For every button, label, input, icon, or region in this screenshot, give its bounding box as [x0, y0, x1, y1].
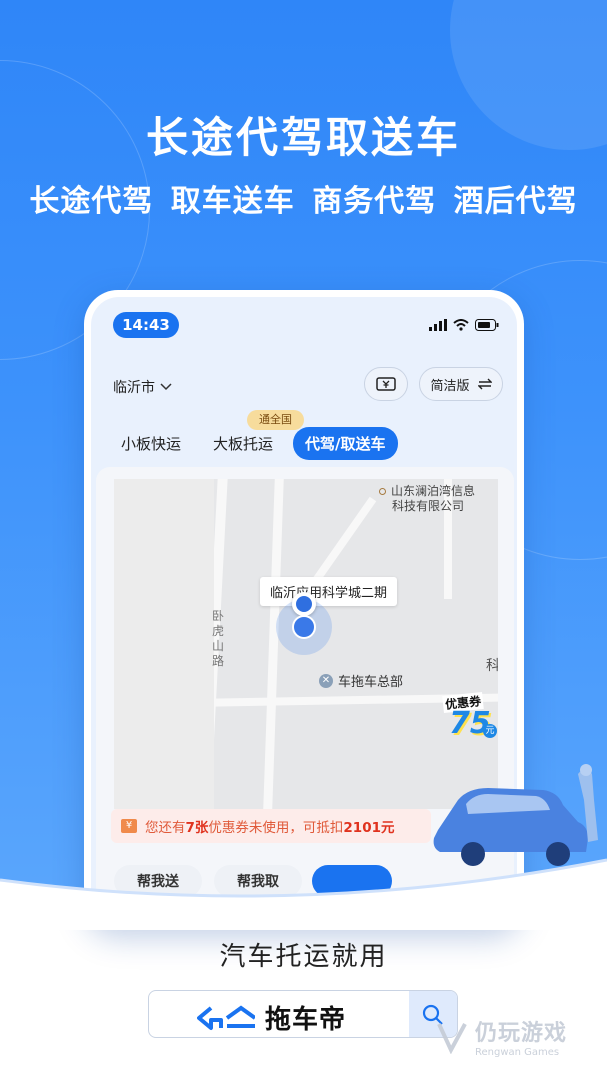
- nearby-poi: ✕ 车拖车总部: [319, 671, 403, 690]
- city-selector[interactable]: 临沂市: [113, 377, 172, 397]
- simple-mode-button[interactable]: 简洁版: [419, 367, 503, 401]
- poi-company: 山东澜泊湾信息: [379, 484, 475, 499]
- car-illustration: [433, 764, 598, 866]
- city-label: 临沂市: [113, 380, 155, 396]
- map-block: [114, 479, 214, 809]
- poi-company-line2: 科技有限公司: [392, 499, 465, 513]
- watermark-title: 仍玩游戏: [475, 1021, 568, 1046]
- tab-chauffeur[interactable]: 代驾/取送车: [293, 427, 398, 460]
- watermark-logo-icon: [437, 1022, 467, 1054]
- swap-icon: [477, 378, 492, 390]
- map-road: [263, 479, 284, 809]
- coupon-sticker[interactable]: 优惠券 75 元: [439, 691, 497, 742]
- location-pin-icon[interactable]: [292, 592, 316, 616]
- poi-marker-icon: ✕: [319, 673, 333, 688]
- brand-logo-icon: [197, 1005, 255, 1030]
- coupon-sticker-unit: 元: [483, 724, 497, 738]
- brand-search-box[interactable]: 拖车帝: [148, 990, 458, 1038]
- chevron-down-icon: [160, 383, 172, 391]
- simple-mode-label: 简洁版: [430, 378, 470, 394]
- wifi-icon: [453, 319, 469, 331]
- hero-headline: 长途代驾取送车: [145, 113, 461, 162]
- hero-subline: 长途代驾 取车送车 商务代驾 酒后代驾: [29, 184, 578, 219]
- status-time: 14:43: [113, 312, 179, 338]
- current-location-icon: [292, 615, 316, 639]
- footer-slogan: 汽车托运就用: [219, 942, 388, 972]
- tab-small-truck[interactable]: 小板快运: [109, 427, 193, 460]
- map-edge-label: 科: [486, 658, 498, 674]
- tab-large-truck[interactable]: 大板托运: [201, 427, 285, 460]
- battery-icon: [475, 319, 499, 331]
- ticket-yen-icon: [376, 377, 396, 391]
- service-tabs: 小板快运 大板托运 代驾/取送车: [109, 427, 398, 460]
- status-icons: [429, 319, 499, 331]
- road-name-label: 卧虎山路: [212, 609, 225, 668]
- coupon-wallet-button[interactable]: [364, 367, 408, 401]
- signal-icon: [429, 319, 447, 331]
- selected-place-tag: 临沂应用科学城二期: [260, 577, 398, 606]
- watermark-subtitle: Rengwan Games: [475, 1047, 560, 1058]
- brand-logo: 拖车帝: [197, 999, 346, 1036]
- watermark: 仍玩游戏 Rengwan Games: [435, 1015, 567, 1058]
- brand-name: 拖车帝: [265, 1005, 347, 1035]
